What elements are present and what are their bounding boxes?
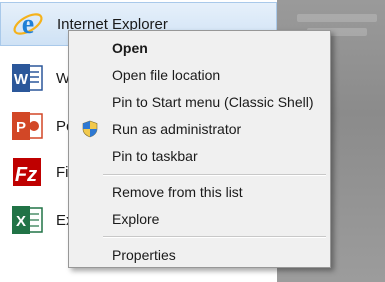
menu-item-label: Run as administrator [112, 121, 242, 137]
blurred-text [297, 14, 377, 22]
powerpoint-icon: P [12, 112, 43, 140]
svg-text:e: e [22, 9, 34, 40]
menu-item-explore[interactable]: Explore [69, 206, 330, 232]
menu-separator [103, 174, 326, 176]
menu-item-label: Open [112, 40, 148, 56]
menu-item-properties[interactable]: Properties [69, 242, 330, 268]
menu-separator [103, 236, 326, 238]
svg-text:W: W [14, 71, 29, 88]
menu-item-pin-to-taskbar[interactable]: Pin to taskbar [69, 143, 330, 169]
menu-item-label: Pin to Start menu (Classic Shell) [112, 94, 314, 110]
menu-item-label: Pin to taskbar [112, 148, 198, 164]
svg-text:P: P [16, 119, 26, 136]
excel-icon: X [12, 206, 43, 234]
menu-item-pin-to-start-menu[interactable]: Pin to Start menu (Classic Shell) [69, 89, 330, 115]
menu-item-open[interactable]: Open [69, 35, 330, 61]
uac-shield-icon [82, 120, 98, 138]
menu-item-open-file-location[interactable]: Open file location [69, 62, 330, 88]
svg-text:X: X [16, 213, 26, 230]
svg-text:Fz: Fz [15, 164, 37, 186]
menu-item-label: Explore [112, 211, 160, 227]
menu-item-label: Properties [112, 247, 176, 263]
context-menu: Open Open file location Pin to Start men… [68, 30, 331, 268]
word-icon: W [12, 64, 43, 92]
screen: e Internet Explorer W W P Po Fz Fil X Ex… [0, 0, 385, 282]
menu-item-remove-from-this-list[interactable]: Remove from this list [69, 179, 330, 205]
menu-item-run-as-administrator[interactable]: Run as administrator [69, 116, 330, 142]
menu-item-label: Open file location [112, 67, 221, 83]
filezilla-icon: Fz [13, 158, 41, 186]
menu-item-label: Remove from this list [112, 184, 243, 200]
internet-explorer-icon: e [13, 9, 43, 40]
